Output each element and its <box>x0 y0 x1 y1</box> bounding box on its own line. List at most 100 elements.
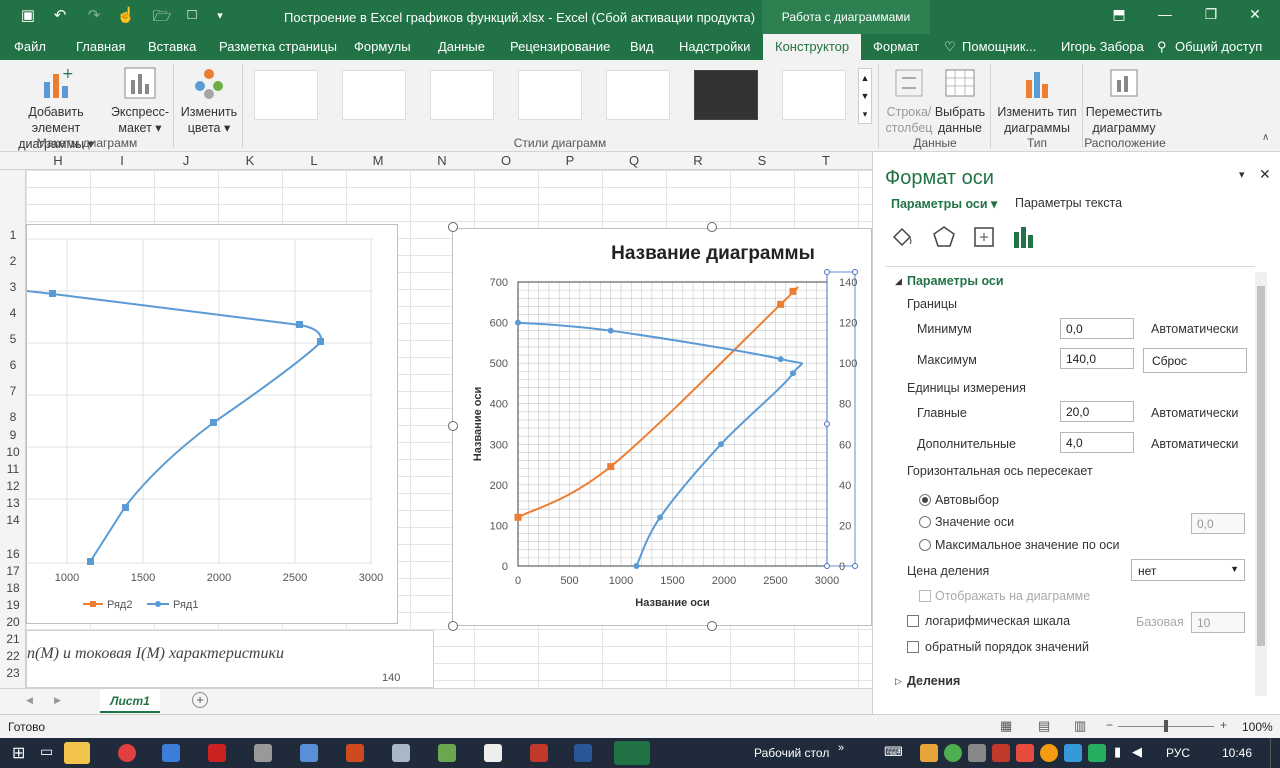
tray-icon[interactable] <box>944 744 962 762</box>
column-header[interactable]: J <box>154 153 218 168</box>
column-header[interactable]: Q <box>602 153 666 168</box>
keyboard-icon[interactable]: ⌨ <box>884 744 903 760</box>
row-header[interactable]: 10 <box>0 445 26 459</box>
app-icon[interactable] <box>300 744 318 762</box>
normal-view-icon[interactable]: ▦ <box>1000 718 1012 734</box>
sheet-tab-list1[interactable]: Лист1 <box>100 689 160 713</box>
row-header[interactable]: 13 <box>0 496 26 510</box>
row-header[interactable]: 22 <box>0 649 26 663</box>
chart-style-1[interactable] <box>254 70 318 120</box>
tab-axis-options[interactable]: Параметры оси ▾ <box>891 196 997 211</box>
ribbon-options-icon[interactable]: ⬒ <box>1104 6 1134 23</box>
restore-icon[interactable]: ❐ <box>1196 6 1226 23</box>
redo-icon[interactable]: ↷ <box>84 6 104 24</box>
page-break-view-icon[interactable]: ▥ <box>1074 718 1086 734</box>
chart-style-3[interactable] <box>430 70 494 120</box>
minimum-input[interactable]: 0,0 <box>1060 318 1134 339</box>
switch-row-column-button[interactable]: Строка/ столбец <box>882 66 936 136</box>
reverse-order-label[interactable]: обратный порядок значений <box>925 640 1089 654</box>
resize-handle[interactable] <box>707 222 717 232</box>
row-header[interactable]: 2 <box>0 254 26 268</box>
display-units-select[interactable]: нет ▼ <box>1131 559 1245 581</box>
radio-max-value[interactable] <box>919 539 931 551</box>
resize-handle[interactable] <box>448 621 458 631</box>
change-colors-button[interactable]: Изменить цвета ▾ <box>178 66 240 136</box>
column-header[interactable]: K <box>218 153 282 168</box>
network-icon[interactable]: ▮ <box>1114 744 1121 760</box>
app-icon[interactable] <box>254 744 272 762</box>
new-file-icon[interactable]: □ <box>182 6 202 23</box>
tab-tell-me[interactable]: Помощник... <box>962 39 1036 54</box>
show-units-checkbox[interactable] <box>919 590 931 602</box>
tray-icon[interactable] <box>920 744 938 762</box>
show-desktop-button[interactable] <box>1270 738 1280 768</box>
row-header[interactable]: 5 <box>0 332 26 346</box>
tab-view[interactable]: Вид <box>630 39 654 54</box>
major-unit-input[interactable]: 20,0 <box>1060 401 1134 422</box>
app-icon[interactable] <box>162 744 180 762</box>
tab-review[interactable]: Рецензирование <box>510 39 610 54</box>
tray-icon[interactable] <box>1088 744 1106 762</box>
scroll-right-icon[interactable]: ▶ <box>54 695 61 706</box>
row-header[interactable]: 20 <box>0 615 26 629</box>
column-header[interactable]: N <box>410 153 474 168</box>
page-layout-view-icon[interactable]: ▤ <box>1038 718 1050 734</box>
row-header[interactable]: 17 <box>0 564 26 578</box>
row-header[interactable]: 7 <box>0 384 26 398</box>
select-data-button[interactable]: Выбрать данные <box>934 66 986 136</box>
radio-axis-value-label[interactable]: Значение оси <box>935 515 1014 529</box>
collapse-ribbon-icon[interactable]: ∧ <box>1262 132 1269 143</box>
excel-icon[interactable] <box>614 741 650 765</box>
desktop-toolbar[interactable]: Рабочий стол <box>754 746 829 760</box>
change-chart-type-button[interactable]: Изменить тип диаграммы <box>994 66 1080 136</box>
log-scale-label[interactable]: логарифмическая шкала <box>925 614 1070 628</box>
tab-insert[interactable]: Вставка <box>148 39 196 54</box>
volume-icon[interactable]: ◀ <box>1132 744 1142 760</box>
customize-qat-icon[interactable]: ▾ <box>210 9 230 22</box>
column-header[interactable]: M <box>346 153 410 168</box>
fill-line-icon[interactable] <box>889 224 915 250</box>
explorer-icon[interactable] <box>64 742 90 764</box>
quick-layout-button[interactable]: Экспресс- макет ▾ <box>110 66 170 136</box>
row-header[interactable]: 21 <box>0 632 26 646</box>
log-base-input[interactable]: 10 <box>1191 612 1245 633</box>
language-indicator[interactable]: РУС <box>1166 746 1190 760</box>
row-header[interactable]: 9 <box>0 428 26 442</box>
zoom-level[interactable]: 100% <box>1242 720 1273 734</box>
reset-button[interactable]: Сброс <box>1143 348 1247 373</box>
chart-left[interactable]: 1000 1500 2000 2500 3000 Ряд2 Ряд1 <box>26 224 398 624</box>
row-header[interactable]: 23 <box>0 666 26 680</box>
tray-icon[interactable] <box>992 744 1010 762</box>
row-header[interactable]: 14 <box>0 513 26 527</box>
column-header[interactable]: P <box>538 153 602 168</box>
tab-formulas[interactable]: Формулы <box>354 39 411 54</box>
resize-handle[interactable] <box>707 621 717 631</box>
column-header[interactable]: H <box>26 153 90 168</box>
collapse-icon[interactable]: ◢ <box>895 276 902 287</box>
clock[interactable]: 10:46 <box>1222 746 1252 760</box>
radio-axis-value[interactable] <box>919 516 931 528</box>
radio-auto[interactable] <box>919 494 931 506</box>
axis-value-input[interactable]: 0,0 <box>1191 513 1245 534</box>
tab-text-options[interactable]: Параметры текста <box>1015 196 1122 210</box>
app-icon[interactable] <box>438 744 456 762</box>
row-header[interactable]: 18 <box>0 581 26 595</box>
add-sheet-icon[interactable]: + <box>192 692 208 708</box>
tray-icon[interactable] <box>1064 744 1082 762</box>
row-header[interactable]: 6 <box>0 358 26 372</box>
radio-max-value-label[interactable]: Максимальное значение по оси <box>935 538 1119 552</box>
pane-scrollbar[interactable] <box>1255 272 1267 696</box>
row-header[interactable]: 8 <box>0 410 26 424</box>
save-icon[interactable]: ▣ <box>18 6 38 24</box>
powerpoint-icon[interactable] <box>346 744 364 762</box>
chart-style-4[interactable] <box>518 70 582 120</box>
tray-icon[interactable] <box>1016 744 1034 762</box>
row-header[interactable]: 12 <box>0 479 26 493</box>
resize-handle[interactable] <box>448 222 458 232</box>
column-header[interactable]: T <box>794 153 858 168</box>
chart-caption-box[interactable]: n(M) и токовая I(M) характеристики <box>26 630 434 688</box>
tab-data[interactable]: Данные <box>438 39 485 54</box>
touch-mode-icon[interactable]: ☝ <box>116 6 136 24</box>
tab-design[interactable]: Конструктор <box>763 34 862 60</box>
chevron-icon[interactable]: » <box>838 742 844 754</box>
